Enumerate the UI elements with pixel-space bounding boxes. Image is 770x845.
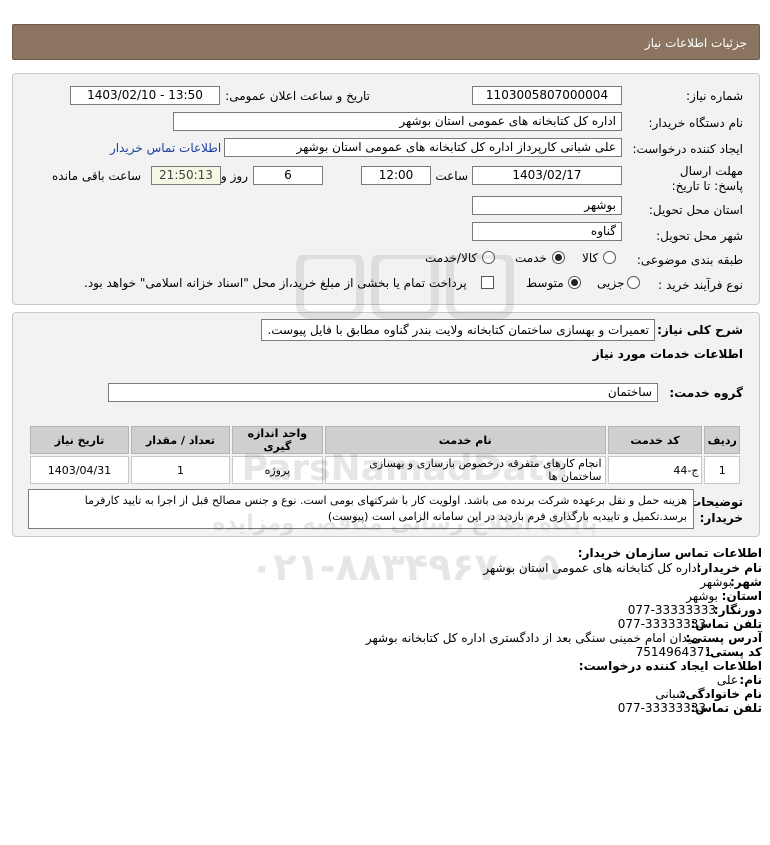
contact-province: بوشهر — [686, 589, 718, 603]
category-radio-goods-service[interactable] — [482, 251, 495, 264]
service-group-field[interactable]: ساختمان — [108, 383, 658, 402]
cell-unit: پروژه — [231, 456, 323, 484]
contact-first-name: علی — [716, 673, 738, 687]
buyer-org-label: نام دستگاه خریدار: — [648, 116, 744, 130]
buyer-contact-link[interactable]: اطلاعات تماس خریدار — [110, 141, 221, 155]
deadline-label: مهلت ارسال پاسخ: تا تاریخ: — [671, 164, 743, 193]
contact-fax-label: دورنگار: — [713, 603, 762, 617]
announce-date-label: تاریخ و ساعت اعلان عمومی: — [225, 89, 370, 103]
col-header-quantity: تعداد / مقدار — [130, 426, 230, 454]
contact-first-name-label: نام: — [739, 673, 762, 687]
city-field[interactable]: گناوه — [472, 222, 622, 241]
need-number-field[interactable]: 1103005807000004 — [472, 86, 622, 105]
buyer-org-field[interactable]: اداره کل کتابخانه های عمومی استان بوشهر — [173, 112, 622, 131]
contact-last-name-label: نام خانوادگی: — [680, 687, 762, 701]
creator-field[interactable]: علی شبانی کارپرداز اداره کل کتابخانه های… — [224, 138, 622, 157]
remaining-time-field: 21:50:13 — [151, 166, 221, 185]
province-label: استان محل تحویل: — [648, 203, 743, 217]
city-label: شهر محل تحویل: — [656, 229, 743, 243]
announce-date-field[interactable]: 1403/02/10 - 13:50 — [70, 86, 220, 105]
category-option-goods: کالا — [582, 251, 599, 265]
province-field[interactable]: بوشهر — [472, 196, 622, 215]
col-header-need-date: تاریخ نیاز — [30, 426, 129, 454]
page-title: جزئیات اطلاعات نیاز — [644, 36, 747, 50]
cell-service-name: انجام کارهای متفرقه درخصوص بازسازی و بهس… — [324, 456, 606, 484]
services-title: اطلاعات خدمات مورد نیاز — [592, 347, 743, 361]
contact-city: بوشهر — [700, 575, 732, 589]
process-label: نوع فرآیند خرید : — [658, 278, 743, 292]
cell-service-code: ج-44 — [607, 456, 703, 484]
col-header-unit: واحد اندازه گیری — [231, 426, 323, 454]
cell-need-date: 1403/04/31 — [30, 456, 129, 484]
creator-phone: 077-33333333 — [617, 701, 706, 715]
col-header-service-code: کد خدمت — [607, 426, 703, 454]
treasury-payment-note: پرداخت تمام یا بخشی از مبلغ خرید،از محل … — [84, 276, 467, 290]
days-label: روز و — [221, 169, 248, 183]
contact-buyer-name-label: نام خریدار: — [696, 561, 762, 575]
process-option-medium: متوسط — [526, 276, 564, 290]
services-table: ردیف کد خدمت نام خدمت واحد اندازه گیری ت… — [28, 424, 742, 486]
remaining-time-label: ساعت باقی مانده — [52, 169, 142, 183]
contact-last-name: شبانی — [655, 687, 686, 701]
process-radio-minor[interactable] — [627, 276, 640, 289]
contact-postal-label: کد پستی: — [705, 645, 762, 659]
days-field[interactable]: 6 — [253, 166, 323, 185]
contact-address: میدان امام خمینی سنگی بعد از دادگستری اد… — [365, 631, 698, 645]
buyer-notes-label: توضیحات خریدار: — [689, 495, 743, 525]
contact-city-label: شهر: — [730, 575, 762, 589]
category-option-service: خدمت — [515, 251, 547, 265]
category-radio-service[interactable] — [552, 251, 565, 264]
table-row[interactable]: 1 ج-44 انجام کارهای متفرقه درخصوص بازساز… — [30, 456, 740, 484]
table-header-row: ردیف کد خدمت نام خدمت واحد اندازه گیری ت… — [30, 426, 740, 454]
creator-label: ایجاد کننده درخواست: — [632, 142, 743, 156]
buyer-notes-field: هزینه حمل و نقل برعهده شرکت برنده می باش… — [28, 489, 694, 529]
page-header: جزئیات اطلاعات نیاز — [12, 24, 760, 60]
service-group-label: گروه خدمت: — [669, 386, 743, 400]
contact-phone: 077-33333333 — [617, 617, 706, 631]
cell-row-number: 1 — [704, 456, 740, 484]
summary-label: شرح کلی نیاز: — [657, 323, 743, 337]
category-radio-goods[interactable] — [603, 251, 616, 264]
category-option-goods-service: کالا/خدمت — [425, 251, 478, 265]
col-header-service-name: نام خدمت — [324, 426, 606, 454]
contact-buyer-name: اداره کل کتابخانه های عمومی استان بوشهر — [483, 561, 700, 575]
col-header-row-number: ردیف — [704, 426, 740, 454]
need-details-panel — [12, 73, 760, 305]
contact-fax: 077-33333333 — [627, 603, 716, 617]
summary-field[interactable]: تعمیرات و بهسازی ساختمان کتابخانه ولایت … — [261, 319, 655, 341]
cell-quantity: 1 — [130, 456, 230, 484]
deadline-time-label: ساعت — [435, 169, 468, 183]
need-number-label: شماره نیاز: — [686, 89, 743, 103]
process-radio-medium[interactable] — [568, 276, 581, 289]
process-option-minor: جزیی — [597, 276, 625, 290]
creator-contact-title: اطلاعات ایجاد کننده درخواست: — [578, 659, 762, 673]
treasury-payment-checkbox[interactable] — [481, 276, 494, 289]
contact-postal: 7514964371 — [635, 645, 712, 659]
org-contact-title: اطلاعات تماس سازمان خریدار: — [577, 546, 762, 560]
deadline-time-field[interactable]: 12:00 — [361, 166, 431, 185]
deadline-date-field[interactable]: 1403/02/17 — [472, 166, 622, 185]
contact-province-label: استان: — [721, 589, 762, 603]
category-label: طبقه بندی موضوعی: — [636, 253, 743, 267]
